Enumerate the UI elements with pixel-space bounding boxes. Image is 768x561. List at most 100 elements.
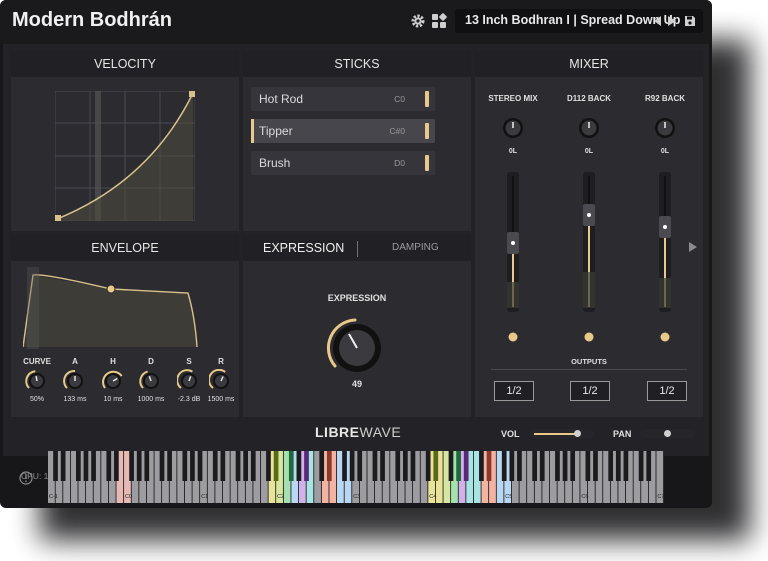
output-select-stereo-mix[interactable]: 1/2 [494, 381, 534, 401]
black-key[interactable] [479, 451, 484, 481]
black-key[interactable] [83, 451, 89, 481]
black-key[interactable] [190, 451, 195, 481]
black-key[interactable] [593, 451, 598, 481]
black-key[interactable] [448, 451, 454, 481]
black-key[interactable] [319, 451, 325, 481]
knob-dial[interactable] [139, 369, 163, 393]
envelope-knob-curve[interactable]: CURVE 50% [17, 357, 57, 415]
prev-arrow-icon[interactable] [654, 16, 662, 26]
expand-arrow-icon[interactable] [689, 242, 697, 252]
black-key[interactable] [197, 451, 203, 481]
black-key[interactable] [342, 451, 347, 481]
black-key[interactable] [517, 451, 522, 481]
pan-knob[interactable] [578, 117, 600, 139]
black-key[interactable] [75, 451, 81, 481]
next-arrow-icon[interactable] [668, 16, 676, 26]
black-key[interactable] [144, 451, 150, 481]
pan-knob[interactable] [654, 117, 676, 139]
black-key[interactable] [304, 451, 309, 481]
black-key[interactable] [182, 451, 188, 481]
save-icon[interactable] [684, 15, 696, 27]
black-key[interactable] [395, 451, 401, 481]
black-key[interactable] [212, 451, 218, 481]
black-key[interactable] [60, 451, 66, 481]
black-key[interactable] [326, 451, 332, 481]
black-key[interactable] [456, 451, 461, 481]
black-key[interactable] [463, 451, 469, 481]
black-key[interactable] [114, 451, 119, 481]
black-key[interactable] [585, 451, 591, 481]
tab-expression[interactable]: EXPRESSION [263, 235, 344, 261]
black-key[interactable] [91, 451, 96, 481]
black-key[interactable] [501, 451, 507, 481]
black-key[interactable] [638, 451, 644, 481]
knob-dial[interactable] [63, 369, 87, 393]
black-key[interactable] [106, 451, 112, 481]
black-key[interactable] [486, 451, 492, 481]
grid-icon[interactable] [431, 13, 447, 29]
black-key[interactable] [357, 451, 363, 481]
black-key[interactable] [555, 451, 560, 481]
black-key[interactable] [349, 451, 355, 481]
output-dot[interactable] [583, 331, 595, 343]
gear-icon[interactable] [410, 13, 426, 29]
stick-item-hot-rod[interactable]: Hot Rod C0 [251, 87, 435, 111]
black-key[interactable] [403, 451, 408, 481]
output-select-r92-back[interactable]: 1/2 [647, 381, 687, 401]
black-key[interactable] [410, 451, 416, 481]
output-dot[interactable] [507, 331, 519, 343]
stick-item-tipper[interactable]: Tipper C#0 [251, 119, 435, 143]
knob-dial[interactable] [177, 369, 201, 393]
volume-fader[interactable] [659, 172, 671, 312]
black-key[interactable] [129, 451, 134, 481]
black-key[interactable] [266, 451, 271, 481]
volume-fader[interactable] [583, 172, 595, 312]
envelope-knob-r[interactable]: R 1500 ms [201, 357, 241, 415]
black-key[interactable] [615, 451, 621, 481]
black-key[interactable] [608, 451, 614, 481]
stick-item-brush[interactable]: Brush D0 [251, 151, 435, 175]
output-dot[interactable] [659, 331, 671, 343]
black-key[interactable] [136, 451, 142, 481]
black-key[interactable] [425, 451, 431, 481]
output-select-d112-back[interactable]: 1/2 [570, 381, 610, 401]
black-key[interactable] [288, 451, 294, 481]
velocity-curve-graph[interactable] [55, 91, 195, 221]
volume-fader[interactable] [507, 172, 519, 312]
black-key[interactable] [372, 451, 378, 481]
black-key[interactable] [623, 451, 629, 481]
black-key[interactable] [53, 451, 58, 481]
black-key[interactable] [220, 451, 226, 481]
vol-slider[interactable] [530, 429, 594, 438]
tab-damping[interactable]: DAMPING [392, 235, 439, 261]
black-key[interactable] [509, 451, 515, 481]
black-key[interactable] [273, 451, 279, 481]
black-key[interactable] [296, 451, 302, 481]
piano-keyboard[interactable]: C-1 C0 C1 C2 C3 C4 C5 C6 C7 [48, 451, 664, 503]
knob-dial[interactable] [101, 369, 125, 393]
black-key[interactable] [159, 451, 165, 481]
envelope-knob-h[interactable]: H 10 ms [93, 357, 133, 415]
black-key[interactable] [250, 451, 256, 481]
pan-knob[interactable] [502, 117, 524, 139]
pan-slider[interactable] [640, 429, 696, 438]
black-key[interactable] [562, 451, 568, 481]
knob-dial[interactable] [209, 369, 233, 393]
envelope-knob-d[interactable]: D 1000 ms [131, 357, 171, 415]
black-key[interactable] [235, 451, 241, 481]
preset-selector[interactable]: 13 Inch Bodhran I | Spread Down Up [455, 9, 703, 33]
black-key[interactable] [243, 451, 249, 481]
black-key[interactable] [380, 451, 385, 481]
expression-knob[interactable] [325, 316, 389, 380]
info-icon[interactable] [19, 471, 33, 485]
black-key[interactable] [570, 451, 576, 481]
black-key[interactable] [646, 451, 652, 481]
black-key[interactable] [433, 451, 439, 481]
piano-keys[interactable]: C-1 C0 C1 C2 C3 C4 C5 C6 C7 [48, 451, 664, 503]
black-key[interactable] [532, 451, 537, 481]
black-key[interactable] [167, 451, 172, 481]
octave-label: C-1 [49, 494, 58, 500]
black-key[interactable] [539, 451, 545, 481]
envelope-knob-a[interactable]: A 133 ms [55, 357, 95, 415]
knob-dial[interactable] [25, 369, 49, 393]
